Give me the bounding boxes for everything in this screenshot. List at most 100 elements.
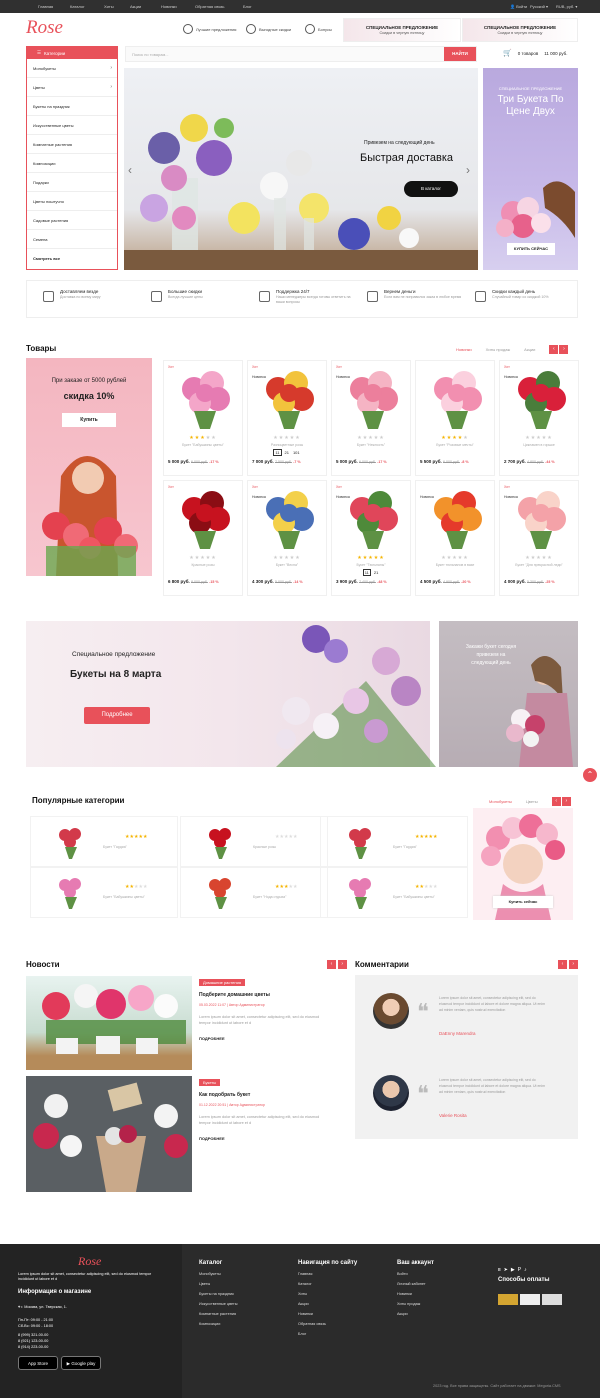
category-menu-header[interactable]: ☰ Категории: [27, 47, 117, 59]
popular-item[interactable]: ★★★★★ Букет "Гардиа": [320, 816, 468, 868]
next-arrow-icon[interactable]: ›: [561, 797, 571, 806]
footer-link[interactable]: Монобукеты: [199, 1272, 238, 1276]
tab-flowers[interactable]: Цветы: [526, 799, 538, 804]
product-card[interactable]: Хит Новинка ★★★★★ Цикламен в горшке 2 700 ру…: [499, 360, 579, 476]
language-select[interactable]: Русский ▾: [530, 4, 548, 9]
popular-item-name[interactable]: Букет "Гардиа": [393, 845, 417, 849]
promo-buy-button[interactable]: Купить: [62, 413, 116, 427]
product-name[interactable]: Цикламен в горшке: [500, 443, 578, 447]
hero-next-arrow[interactable]: ›: [466, 163, 470, 177]
product-card[interactable]: Хит Новинка ★★★★★ Букет "Для прекрасной лед…: [499, 480, 579, 596]
quantity-option[interactable]: 11: [362, 569, 371, 576]
quantity-option[interactable]: 21: [373, 570, 379, 575]
product-name[interactable]: Букет "Для прекрасной леди": [500, 563, 578, 567]
footer-phone[interactable]: 8 (999) 321-00-00: [18, 1333, 48, 1337]
footer-link[interactable]: Комнатные растения: [199, 1312, 238, 1316]
footer-link[interactable]: Новинки: [397, 1292, 434, 1296]
google-play-button[interactable]: ▶ Google play: [61, 1356, 101, 1370]
footer-link[interactable]: Войти: [397, 1272, 434, 1276]
login-link[interactable]: 👤 Войти: [510, 4, 527, 9]
read-more-link[interactable]: ПОДРОБНЕЕ: [199, 1036, 327, 1041]
tab-monobouquets[interactable]: Монобукеты: [489, 799, 512, 804]
footer-link[interactable]: Обратная связь: [298, 1322, 357, 1326]
tab-sales[interactable]: Акции: [524, 347, 535, 352]
news-tag[interactable]: Букеты: [199, 1079, 221, 1086]
popular-item[interactable]: ★★★★★ Букет "Бабушкины цветы": [30, 866, 178, 918]
footer-logo[interactable]: Rose: [78, 1254, 101, 1269]
buy-now-button[interactable]: Купить сейчас: [493, 896, 553, 908]
category-show-all[interactable]: Смотреть все: [27, 249, 117, 268]
product-card[interactable]: Новинка ★★★★★ Букет тюльпанов в вазе 4 500 …: [415, 480, 495, 596]
top-nav-blog[interactable]: Блог: [243, 4, 252, 9]
product-card[interactable]: Хит Новинка ★★★★★ Букет "Нежность" 5 000 руб…: [331, 360, 411, 476]
popular-item-name[interactable]: Красные розы: [253, 845, 276, 849]
tab-hits[interactable]: Хиты продаж: [486, 347, 510, 352]
category-item[interactable]: Цветы поштучно: [27, 192, 117, 211]
header-promo-1[interactable]: СПЕЦИАЛЬНОЕ ПРЕДЛОЖЕНИЕ Скидки в черную п…: [343, 18, 461, 42]
news-tag[interactable]: Домашние растения: [199, 979, 246, 986]
tab-new[interactable]: Новинки: [456, 347, 472, 352]
next-arrow-icon[interactable]: ›: [337, 960, 347, 969]
product-card[interactable]: Хит ★★★★★ Букет "Бабушкины цветы" 5 000 руб…: [163, 360, 243, 476]
best-offers-link[interactable]: Лучшие предложения: [183, 24, 236, 34]
product-name[interactable]: Красные розы: [164, 563, 242, 567]
quantity-option[interactable]: 11: [273, 449, 282, 456]
popular-item[interactable]: ★★★★★ Красные розы: [180, 816, 328, 868]
product-name[interactable]: Букет "Розовые мечты": [416, 443, 494, 447]
popular-item-name[interactable]: Букет "Бабушкины цветы": [393, 895, 435, 899]
tiktok-icon[interactable]: ♪: [524, 1267, 530, 1273]
footer-link[interactable]: Искусственные цветы: [199, 1302, 238, 1306]
product-card[interactable]: ★★★★★ Букет "Розовые мечты" 5 500 руб. 6 0…: [415, 360, 495, 476]
popular-item[interactable]: ★★★★★ Букет "Гардиа": [30, 816, 178, 868]
currency-select[interactable]: RUB, руб. ▾: [556, 4, 577, 9]
product-card[interactable]: Хит Новинка ★★★★★ Разноцветные розы 11 21 101 7…: [247, 360, 327, 476]
scroll-to-top-button[interactable]: ⌃: [583, 768, 597, 782]
product-card[interactable]: Хит ★★★★★ Красные розы 6 800 руб. 8 000 руб…: [163, 480, 243, 596]
product-name[interactable]: Букет "Бабушкины цветы": [164, 443, 242, 447]
cart-widget[interactable]: 🛒 0 товаров 11 000 руб.: [503, 49, 568, 57]
product-name[interactable]: Букет "Весна": [248, 563, 326, 567]
category-item[interactable]: Искусственные цветы: [27, 116, 117, 135]
prev-arrow-icon[interactable]: ‹: [551, 797, 561, 806]
more-button[interactable]: Подробнее: [84, 707, 150, 724]
hero-prev-arrow[interactable]: ‹: [128, 163, 132, 177]
product-name[interactable]: Разноцветные розы: [248, 443, 326, 447]
popular-item[interactable]: ★★★★★ Букет "Бабушкины цветы": [320, 866, 468, 918]
footer-link[interactable]: Новинки: [298, 1312, 357, 1316]
category-item[interactable]: Подарки: [27, 173, 117, 192]
footer-link[interactable]: Хиты: [298, 1292, 357, 1296]
next-arrow-icon[interactable]: ›: [559, 345, 569, 354]
hero-catalog-button[interactable]: В каталог: [404, 181, 458, 197]
discounts-link[interactable]: Выгодные скидки: [246, 24, 291, 34]
quantity-option[interactable]: 101: [292, 450, 301, 455]
product-name[interactable]: Букет "Тюльпаны": [332, 563, 410, 567]
category-item[interactable]: Букеты на праздник: [27, 97, 117, 116]
product-name[interactable]: Букет "Нежность": [332, 443, 410, 447]
category-item[interactable]: Цветы ›: [27, 78, 117, 97]
popular-item[interactable]: ★★★★★ Букет "Нода отдыха": [180, 866, 328, 918]
prev-arrow-icon[interactable]: ‹: [558, 960, 567, 969]
footer-link[interactable]: Личный кабинет: [397, 1282, 434, 1286]
footer-phone[interactable]: 8 (914) 223-00-00: [18, 1345, 48, 1349]
youtube-icon[interactable]: ▶: [511, 1267, 518, 1273]
category-item[interactable]: Монобукеты ›: [27, 59, 117, 78]
popular-item-name[interactable]: Букет "Нода отдыха": [253, 895, 286, 899]
search-input[interactable]: Поиск по товарам...: [132, 52, 169, 57]
footer-link[interactable]: Акции: [397, 1312, 434, 1316]
telegram-icon[interactable]: ➤: [504, 1267, 511, 1273]
popular-item-name[interactable]: Букет "Гардиа": [103, 845, 127, 849]
product-card[interactable]: Хит Новинка ★★★★★ Букет "Весна" 4 300 руб. 5…: [247, 480, 327, 596]
footer-link[interactable]: Композиции: [199, 1322, 238, 1326]
footer-link[interactable]: Букеты на праздник: [199, 1292, 238, 1296]
prev-arrow-icon[interactable]: ‹: [549, 345, 559, 354]
top-nav-home[interactable]: Главная: [38, 4, 53, 9]
category-item[interactable]: Комнатные растения: [27, 135, 117, 154]
site-logo[interactable]: Rose: [26, 17, 63, 39]
category-item[interactable]: Композиции: [27, 154, 117, 173]
category-item[interactable]: Семена: [27, 230, 117, 249]
footer-link[interactable]: Акции: [298, 1302, 357, 1306]
top-nav-sales[interactable]: Акции: [130, 4, 141, 9]
popular-item-name[interactable]: Букет "Бабушкины цветы": [103, 895, 145, 899]
top-nav-new[interactable]: Новинки: [161, 4, 177, 9]
search-button[interactable]: НАЙТИ: [444, 47, 476, 61]
